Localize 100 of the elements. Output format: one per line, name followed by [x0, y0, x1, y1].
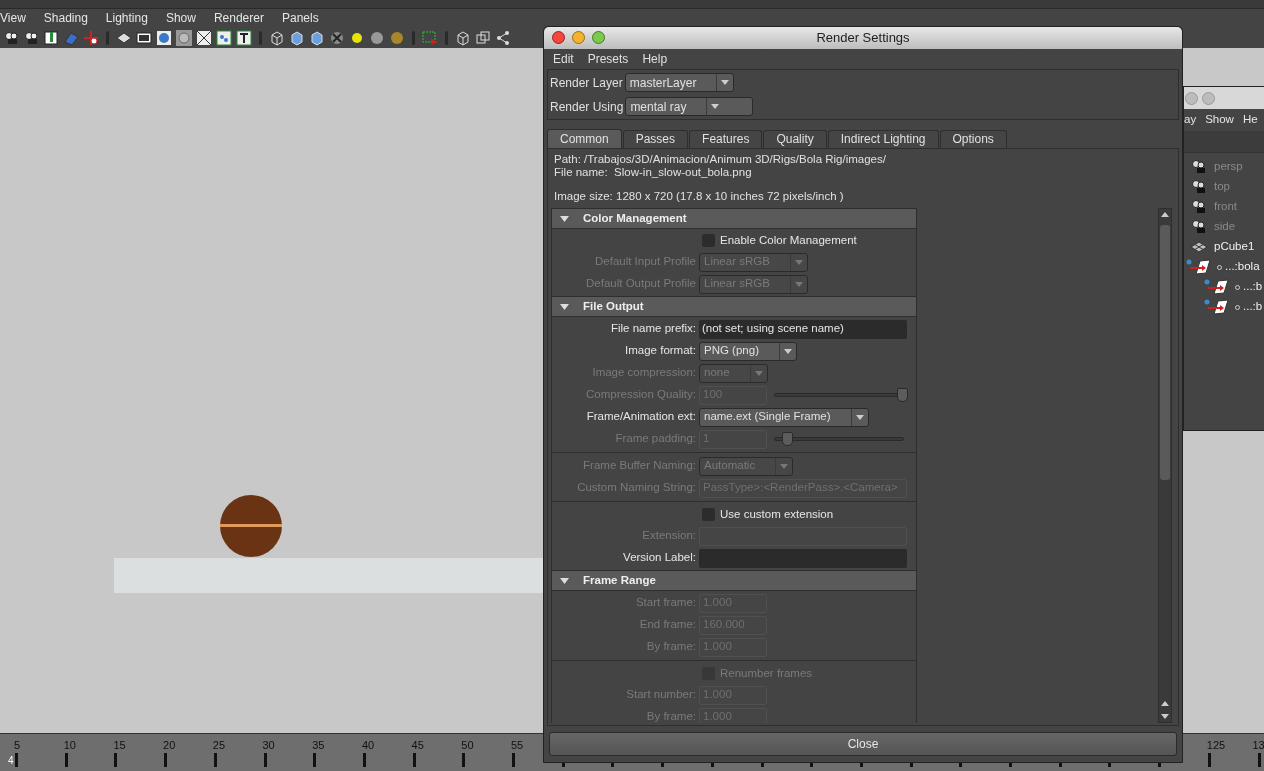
crosshatch-icon[interactable] — [196, 29, 212, 46]
minimize-button[interactable] — [572, 31, 585, 44]
window-title: Render Settings — [816, 29, 910, 48]
dropdown[interactable]: PNG (png) — [699, 341, 797, 361]
menu-item[interactable]: Show — [1205, 111, 1234, 129]
camera-icon[interactable] — [3, 29, 19, 46]
zoom-button[interactable] — [592, 31, 605, 44]
frame-number: 25 — [212, 738, 226, 753]
frame-number: 45 — [411, 738, 424, 753]
frame-number: 13 — [1252, 738, 1264, 753]
menu-item[interactable]: He — [1242, 111, 1258, 129]
dropdown[interactable]: name.ext (Single Frame) — [699, 407, 869, 427]
caret-icon — [754, 370, 763, 376]
film-icon[interactable] — [136, 29, 152, 46]
checkbox-label: Enable Color Management — [720, 232, 857, 248]
book-icon[interactable] — [43, 29, 59, 46]
caret-icon — [711, 104, 720, 109]
frame-number: 30 — [262, 738, 275, 753]
dropdown[interactable]: masterLayer — [624, 73, 735, 92]
camera-icon — [1191, 180, 1207, 194]
outliner-item[interactable]: ...:b — [1243, 278, 1263, 296]
frame-number: 50 — [461, 738, 474, 753]
menu-item[interactable]: Help — [642, 50, 668, 68]
tab[interactable]: Options — [939, 130, 1007, 148]
section-header[interactable]: File Output — [551, 296, 917, 317]
field-label: File name prefix: — [610, 321, 697, 337]
share-icon[interactable] — [495, 29, 511, 46]
wireframe-cube-icon[interactable] — [269, 29, 285, 46]
circle-icon[interactable] — [176, 29, 192, 46]
menu-item[interactable]: View — [0, 9, 26, 27]
camera-icon — [1191, 220, 1207, 234]
frame-number: 40 — [361, 738, 375, 753]
field-label: Image format: — [624, 343, 697, 359]
tab[interactable]: Common — [547, 129, 622, 148]
menu-item[interactable]: Show — [165, 9, 196, 27]
text-icon[interactable] — [236, 29, 252, 46]
caret-icon — [855, 414, 864, 420]
close-button[interactable] — [552, 31, 565, 44]
caret-icon — [794, 259, 803, 265]
frame-number: 55 — [511, 738, 524, 753]
field-label: Version Label: — [622, 550, 697, 566]
caret-icon — [783, 348, 792, 354]
mesh-icon — [1190, 241, 1208, 253]
checker-sphere-icon[interactable] — [329, 29, 345, 46]
image-size-text: Image size: 1280 x 720 (17.8 x 10 inches 72 pixels/inch ) — [554, 190, 845, 203]
input-field[interactable] — [699, 548, 907, 568]
sphere-icon[interactable] — [156, 29, 172, 46]
collapse-arrow-icon — [560, 303, 569, 310]
menu-item[interactable]: Panels — [281, 9, 319, 27]
shaded-cube-icon[interactable] — [289, 29, 305, 46]
outliner-item[interactable]: ...:b — [1243, 298, 1263, 316]
field-label: Render Using — [550, 98, 624, 116]
camera-icon — [1191, 200, 1207, 214]
close-dialog-button[interactable]: Close — [549, 732, 1177, 756]
dots-icon[interactable] — [216, 29, 232, 46]
joint-icon — [1204, 279, 1230, 295]
caret-icon — [780, 463, 789, 469]
outliner-item[interactable]: ...:bola — [1225, 258, 1260, 276]
metallic-sphere-icon[interactable] — [389, 29, 405, 46]
frame-number: 125 — [1206, 738, 1226, 753]
move-zoom-icon[interactable] — [83, 29, 99, 46]
camera-sheet-icon[interactable] — [23, 29, 39, 46]
checkbox[interactable] — [702, 508, 715, 521]
cube-outline-icon[interactable] — [455, 29, 471, 46]
outliner-item[interactable]: pCube1 — [1214, 238, 1255, 256]
tab[interactable]: Passes — [622, 130, 689, 148]
menu-item[interactable]: Edit — [553, 50, 574, 68]
textured-cube-icon[interactable] — [309, 29, 325, 46]
field-label: Frame/Animation ext: — [585, 409, 697, 425]
frame-number: 10 — [63, 738, 76, 753]
menu-item[interactable]: Shading — [43, 9, 88, 27]
current-frame: 4 — [8, 753, 14, 768]
input-field[interactable]: (not set; using scene name) — [699, 319, 907, 339]
joint-icon — [1186, 259, 1212, 275]
checkbox-label: Use custom extension — [720, 506, 834, 522]
scrollbar[interactable] — [1158, 208, 1172, 723]
collapse-arrow-icon — [560, 577, 569, 584]
frame-number: 35 — [312, 738, 325, 753]
frame-number: 5 — [14, 738, 21, 753]
menu-item[interactable]: Presets — [587, 50, 629, 68]
path-text: Path: /Trabajos/3D/Animacion/Animum 3D/Rigs/Bola Rig/images/ — [554, 153, 887, 166]
section-header[interactable]: Color Management — [551, 208, 917, 229]
field-label: Render Layer — [550, 74, 623, 92]
menu-item[interactable]: Lighting — [105, 9, 148, 27]
dropdown[interactable]: mental ray — [625, 97, 754, 116]
tab[interactable]: Features — [689, 130, 763, 148]
menu-item[interactable]: Renderer — [213, 9, 264, 27]
camera-icon — [1191, 160, 1207, 174]
matte-sphere-icon[interactable] — [369, 29, 385, 46]
joint-icon — [1204, 299, 1230, 315]
caret-icon — [721, 80, 730, 85]
squares-icon[interactable] — [475, 29, 491, 46]
file-name-text: File name: Slow-in_slow-out_bola.png — [554, 166, 753, 179]
section-header[interactable]: Frame Range — [551, 570, 917, 591]
collapse-arrow-icon — [560, 215, 569, 222]
tab[interactable]: Indirect Lighting — [827, 130, 939, 148]
tab[interactable]: Quality — [763, 130, 827, 148]
checkbox[interactable] — [702, 234, 715, 247]
menu-item[interactable]: ay — [1184, 111, 1197, 129]
frame-number: 15 — [113, 738, 126, 753]
